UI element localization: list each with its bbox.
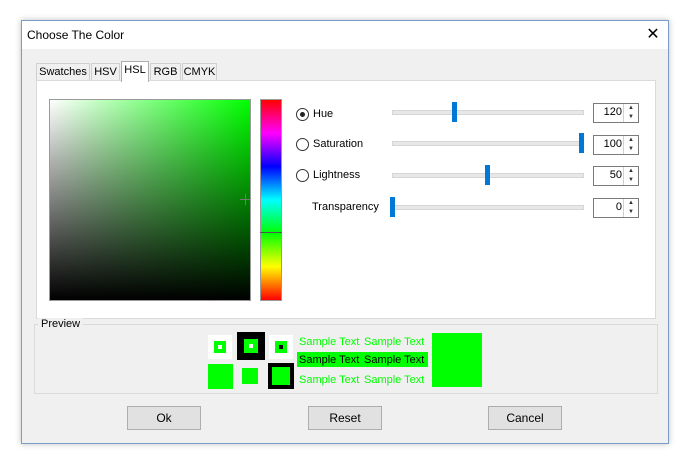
lightness-spinner[interactable]: 50 ▲ ▼ <box>593 166 639 186</box>
spin-up-icon[interactable]: ▲ <box>623 104 638 113</box>
transparency-value: 0 <box>615 201 622 213</box>
preview-swatch <box>269 335 293 359</box>
saturation-value: 100 <box>603 138 622 150</box>
hue-marker <box>260 232 282 233</box>
hue-slider-thumb[interactable] <box>452 102 457 122</box>
saturation-lightness-picker[interactable] <box>49 99 251 301</box>
spin-down-icon[interactable]: ▼ <box>623 145 638 154</box>
sample-text: Sample Text <box>364 374 425 386</box>
spin-up-icon[interactable]: ▲ <box>623 167 638 176</box>
hue-spinner[interactable]: 120 ▲ ▼ <box>593 103 639 123</box>
preview-swatch <box>208 364 233 389</box>
sample-text: Sample Text <box>364 336 425 348</box>
title-bar: Choose The Color ✕ <box>22 21 668 49</box>
saturation-spinner[interactable]: 100 ▲ ▼ <box>593 135 639 155</box>
tab-hsl[interactable]: HSL <box>121 61 149 82</box>
preview-swatch-fill <box>275 341 287 353</box>
transparency-spinner[interactable]: 0 ▲ ▼ <box>593 198 639 218</box>
preview-swatch-fill <box>244 339 258 353</box>
preview-swatch <box>242 368 258 384</box>
tab-cmyk[interactable]: CMYK <box>182 63 217 81</box>
preview-swatch <box>268 363 294 389</box>
transparency-label: Transparency <box>312 201 379 213</box>
window-title: Choose The Color <box>27 28 125 42</box>
sample-text: Sample Text <box>299 354 360 366</box>
saturation-slider-track[interactable] <box>392 141 584 146</box>
sample-text: Sample Text <box>299 336 360 348</box>
color-preview-large <box>432 333 482 387</box>
close-icon[interactable]: ✕ <box>638 21 668 49</box>
preview-swatch-fill <box>272 367 290 385</box>
spin-up-icon[interactable]: ▲ <box>623 136 638 145</box>
spin-down-icon[interactable]: ▼ <box>623 176 638 185</box>
hue-radio[interactable] <box>296 108 309 121</box>
transparency-slider-track[interactable] <box>392 205 584 210</box>
tab-swatches[interactable]: Swatches <box>36 63 90 81</box>
radio-selected-dot <box>300 112 305 117</box>
saturation-slider-thumb[interactable] <box>579 133 584 153</box>
preview-swatch-center <box>249 344 253 348</box>
preview-swatch-fill <box>214 341 226 353</box>
saturation-radio[interactable] <box>296 138 309 151</box>
lightness-label: Lightness <box>313 169 361 181</box>
preview-swatch-center <box>218 345 222 349</box>
sample-text: Sample Text <box>299 374 360 386</box>
preview-swatch-center <box>279 345 283 349</box>
hue-slider-track[interactable] <box>392 110 584 115</box>
sample-text: Sample Text <box>364 354 425 366</box>
spin-down-icon[interactable]: ▼ <box>623 113 638 122</box>
reset-button[interactable]: Reset <box>308 406 382 430</box>
spin-down-icon[interactable]: ▼ <box>623 208 638 217</box>
hue-label: Hue <box>313 108 334 120</box>
preview-swatch <box>208 335 232 359</box>
lightness-value: 50 <box>609 169 622 181</box>
hue-strip[interactable] <box>260 99 282 301</box>
lightness-radio[interactable] <box>296 169 309 182</box>
preview-label: Preview <box>38 318 84 330</box>
tab-hsv[interactable]: HSV <box>91 63 120 81</box>
tab-rgb[interactable]: RGB <box>150 63 181 81</box>
preview-swatch <box>237 332 265 360</box>
spin-up-icon[interactable]: ▲ <box>623 199 638 208</box>
saturation-label: Saturation <box>313 138 364 150</box>
picker-crosshair-vertical <box>245 194 246 205</box>
hue-value: 120 <box>603 106 622 118</box>
cancel-button[interactable]: Cancel <box>488 406 562 430</box>
lightness-slider-thumb[interactable] <box>485 165 490 185</box>
ok-button[interactable]: Ok <box>127 406 201 430</box>
transparency-slider-thumb[interactable] <box>390 197 395 217</box>
color-chooser-dialog: Choose The Color ✕ Swatches HSV HSL RGB … <box>21 20 669 444</box>
